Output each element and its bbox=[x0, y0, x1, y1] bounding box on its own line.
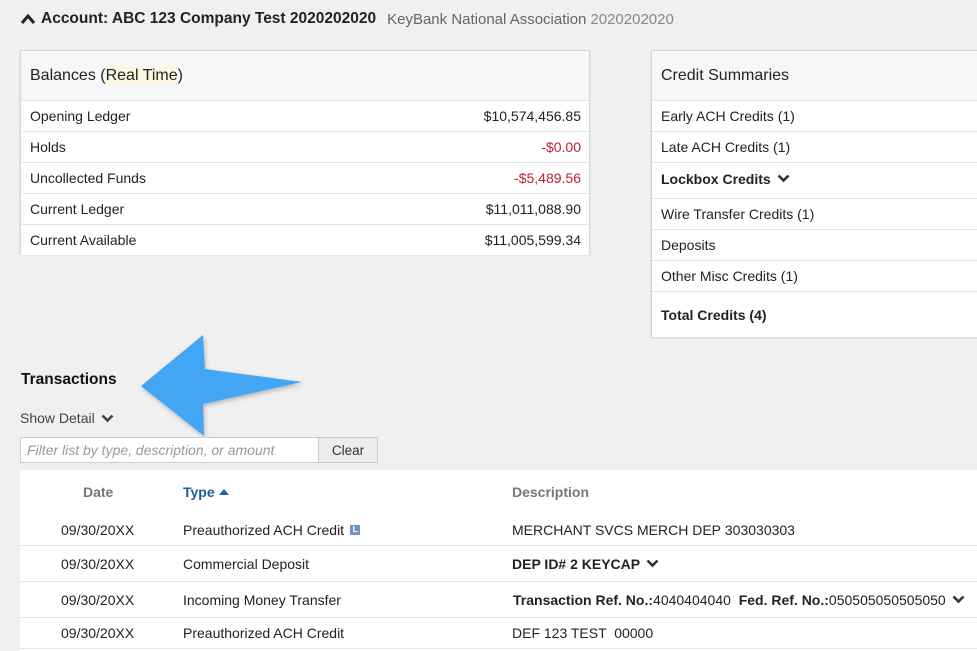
filter-input[interactable] bbox=[20, 437, 319, 463]
balance-row-holds: Holds -$0.00 bbox=[21, 131, 589, 162]
column-header-type[interactable]: Type bbox=[183, 484, 229, 500]
caret-up-icon[interactable] bbox=[20, 12, 36, 26]
table-row[interactable]: 09/30/20XX Preauthorized ACH Credit L ME… bbox=[20, 514, 977, 546]
ledger-badge[interactable]: L bbox=[350, 524, 361, 535]
column-header-date[interactable]: Date bbox=[83, 484, 113, 500]
balance-value: -$5,489.56 bbox=[514, 170, 581, 186]
credit-item-deposits[interactable]: Deposits bbox=[652, 229, 977, 260]
account-header[interactable]: Account: ABC 123 Company Test 2020202020… bbox=[20, 9, 674, 29]
chevron-down-icon[interactable] bbox=[777, 174, 790, 183]
account-title: Account: ABC 123 Company Test 2020202020 bbox=[41, 10, 377, 27]
table-row[interactable]: 09/30/20XX Commercial Deposit DEP ID# 2 … bbox=[20, 546, 977, 582]
transactions-title: Transactions bbox=[21, 371, 117, 388]
column-header-description[interactable]: Description bbox=[512, 484, 589, 500]
chevron-down-icon[interactable] bbox=[646, 559, 659, 568]
real-time-label: Real Time bbox=[105, 66, 178, 85]
balance-value: -$0.00 bbox=[541, 139, 581, 155]
bank-number: 2020202020 bbox=[590, 10, 674, 28]
expandable-description[interactable]: DEP ID# 2 KEYCAP bbox=[512, 556, 659, 572]
pointer-arrow-icon bbox=[141, 335, 302, 436]
balance-row-current-available: Current Available $11,005,599.34 bbox=[21, 224, 589, 255]
credit-total: Total Credits (4) bbox=[652, 291, 977, 337]
table-row[interactable]: 09/30/20XX Preauthorized ACH Credit DEF … bbox=[20, 618, 977, 649]
clear-button[interactable]: Clear bbox=[319, 437, 378, 463]
balance-row-current-ledger: Current Ledger $11,011,088.90 bbox=[21, 193, 589, 224]
credit-item-wire-transfer[interactable]: Wire Transfer Credits (1) bbox=[652, 198, 977, 229]
balance-value: $10,574,456.85 bbox=[483, 108, 581, 124]
show-detail-toggle[interactable]: Show Detail bbox=[20, 410, 114, 426]
transactions-table: Date Type Description 09/30/20XX Preauth… bbox=[20, 470, 977, 651]
balance-value: $11,011,088.90 bbox=[485, 201, 581, 217]
credit-summaries-title: Credit Summaries bbox=[652, 51, 977, 100]
credit-item-lockbox[interactable]: Lockbox Credits bbox=[652, 162, 977, 198]
balances-panel: Balances (Real Time) Opening Ledger $10,… bbox=[20, 50, 590, 255]
expandable-description[interactable]: Transaction Ref. No.: 4040404040 Fed. Ref… bbox=[513, 592, 965, 608]
balance-row-uncollected-funds: Uncollected Funds -$5,489.56 bbox=[21, 162, 589, 193]
chevron-down-icon bbox=[101, 414, 114, 422]
credit-item-other-misc[interactable]: Other Misc Credits (1) bbox=[652, 260, 977, 291]
table-header: Date Type Description bbox=[20, 470, 977, 514]
table-row[interactable]: 09/30/20XX Incoming Money Transfer Trans… bbox=[20, 582, 977, 618]
chevron-down-icon[interactable] bbox=[952, 595, 965, 604]
filter-bar: Clear bbox=[20, 437, 378, 463]
credit-item-late-ach[interactable]: Late ACH Credits (1) bbox=[652, 131, 977, 162]
bank-name: KeyBank National Association bbox=[387, 10, 587, 28]
balance-value: $11,005,599.34 bbox=[484, 232, 581, 248]
credit-summaries-panel: Credit Summaries Early ACH Credits (1) L… bbox=[651, 50, 977, 337]
balance-row-opening-ledger: Opening Ledger $10,574,456.85 bbox=[21, 100, 589, 131]
credit-item-early-ach[interactable]: Early ACH Credits (1) bbox=[652, 100, 977, 131]
balances-title: Balances (Real Time) bbox=[21, 51, 589, 100]
sort-ascending-icon bbox=[218, 489, 229, 495]
